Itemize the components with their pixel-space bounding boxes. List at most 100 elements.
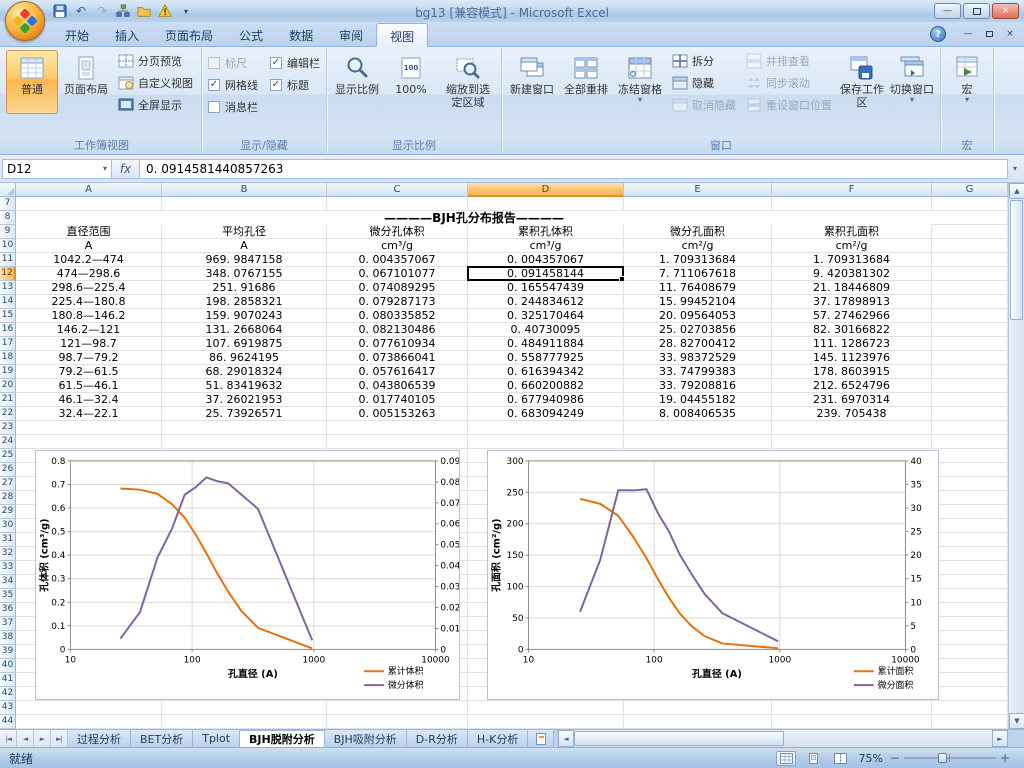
cell-E23[interactable]	[624, 421, 772, 435]
zoom-to-selection-button[interactable]: 缩放到选定区域	[439, 50, 497, 114]
cell-B24[interactable]	[162, 435, 327, 449]
scroll-down-icon[interactable]: ▼	[1009, 713, 1024, 729]
formula-input[interactable]: 0. 0914581440857263	[140, 159, 1008, 179]
cell-A43[interactable]	[16, 701, 162, 715]
cell-D10[interactable]: cm³/g	[468, 239, 624, 253]
cell-C44[interactable]	[327, 715, 468, 729]
cell-A15[interactable]: 180.8—146.2	[16, 309, 162, 323]
cell-B10[interactable]: A	[162, 239, 327, 253]
close-button[interactable]: ×	[992, 3, 1019, 19]
insert-worksheet-tab[interactable]	[528, 730, 554, 747]
cell-E15[interactable]: 20. 09564053	[624, 309, 772, 323]
minimize-button[interactable]: —	[934, 3, 961, 19]
cell-G37[interactable]	[932, 617, 1008, 631]
custom-views-button[interactable]: 自定义视图	[114, 72, 197, 94]
freeze-panes-button[interactable]: 冻结窗格 ▾	[614, 50, 666, 114]
cell-F9[interactable]: 累积孔面积	[772, 225, 932, 239]
cell-G34[interactable]	[932, 575, 1008, 589]
arrange-all-button[interactable]: 全部重排	[560, 50, 612, 114]
cell-C23[interactable]	[327, 421, 468, 435]
row-header-24[interactable]: 24	[0, 435, 16, 449]
message-bar-checkbox[interactable]: 消息栏	[206, 96, 260, 118]
cell-G28[interactable]	[932, 491, 1008, 505]
switch-windows-button[interactable]: 切换窗口 ▾	[888, 50, 936, 114]
cell-G14[interactable]	[932, 295, 1008, 309]
cell-D24[interactable]	[468, 435, 624, 449]
zoom-button[interactable]: 显示比例	[331, 50, 383, 114]
cell-G11[interactable]	[932, 253, 1008, 267]
office-button[interactable]	[5, 1, 45, 41]
cell-A18[interactable]: 98.7—79.2	[16, 351, 162, 365]
cell-E12[interactable]: 7. 711067618	[624, 267, 772, 281]
cell-A11[interactable]: 1042.2—474	[16, 253, 162, 267]
save-workspace-button[interactable]: 保存工作区	[838, 50, 886, 114]
cell-D7[interactable]	[468, 197, 624, 211]
page-break-preview-shortcut[interactable]	[830, 751, 850, 766]
cell-G20[interactable]	[932, 379, 1008, 393]
next-sheet-button[interactable]: ►	[34, 730, 51, 747]
row-header-37[interactable]: 37	[0, 617, 16, 631]
cell-D15[interactable]: 0. 325170464	[468, 309, 624, 323]
zoom-slider[interactable]: − +	[890, 752, 1010, 764]
cell-B17[interactable]: 107. 6919875	[162, 337, 327, 351]
cell-B22[interactable]: 25. 73926571	[162, 407, 327, 421]
help-icon[interactable]: ?	[930, 26, 946, 42]
column-header-A[interactable]: A	[16, 183, 162, 197]
row-header-29[interactable]: 29	[0, 505, 16, 519]
workbook-restore-button[interactable]	[979, 27, 999, 41]
ribbon-tab-3[interactable]: 公式	[226, 23, 276, 46]
cell-A23[interactable]	[16, 421, 162, 435]
cell-F19[interactable]: 178. 8603915	[772, 365, 932, 379]
row-header-11[interactable]: 11	[0, 253, 16, 267]
new-window-button[interactable]: 新建窗口	[506, 50, 558, 114]
cell-E18[interactable]: 33. 98372529	[624, 351, 772, 365]
cell-A21[interactable]: 46.1—32.4	[16, 393, 162, 407]
cell-B43[interactable]	[162, 701, 327, 715]
horizontal-scrollbar-thumb[interactable]	[574, 731, 784, 746]
cell-C12[interactable]: 0. 067101077	[327, 267, 468, 281]
cell-E7[interactable]	[624, 197, 772, 211]
workbook-minimize-button[interactable]: —	[958, 27, 978, 41]
cell-D23[interactable]	[468, 421, 624, 435]
row-header-8[interactable]: 8	[0, 211, 16, 225]
cell-E16[interactable]: 25. 02703856	[624, 323, 772, 337]
normal-view-button[interactable]: 普通	[6, 50, 58, 114]
cell-B14[interactable]: 198. 2858321	[162, 295, 327, 309]
cell-G39[interactable]	[932, 645, 1008, 659]
undo-icon[interactable]: ↶	[73, 3, 89, 19]
zoom-out-icon[interactable]: −	[890, 753, 900, 763]
last-sheet-button[interactable]: ►|	[51, 730, 68, 747]
page-layout-view-button[interactable]: 页面布局	[60, 50, 112, 114]
cell-G25[interactable]	[932, 449, 1008, 463]
cell-D9[interactable]: 累积孔体积	[468, 225, 624, 239]
row-header-19[interactable]: 19	[0, 365, 16, 379]
row-header-26[interactable]: 26	[0, 463, 16, 477]
cell-B21[interactable]: 37. 26021953	[162, 393, 327, 407]
vertical-scrollbar-thumb[interactable]	[1010, 200, 1023, 320]
cell-E11[interactable]: 1. 709313684	[624, 253, 772, 267]
cell-C13[interactable]: 0. 074089295	[327, 281, 468, 295]
cell-G7[interactable]	[932, 197, 1008, 211]
row-header-12[interactable]: 12	[0, 267, 16, 281]
report-title-cell[interactable]: ————BJH孔分布报告————	[16, 211, 932, 225]
reset-window-position-button[interactable]: 重设窗口位置	[742, 94, 836, 116]
column-header-D[interactable]: D	[468, 183, 624, 197]
ribbon-tab-5[interactable]: 审阅	[326, 23, 376, 46]
cell-F13[interactable]: 21. 18446809	[772, 281, 932, 295]
cell-F44[interactable]	[772, 715, 932, 729]
column-header-E[interactable]: E	[624, 183, 772, 197]
pore-area-chart[interactable]: 0501001502002503000510152025303540101001…	[487, 450, 939, 700]
cell-F17[interactable]: 111. 1286723	[772, 337, 932, 351]
cell-F20[interactable]: 212. 6524796	[772, 379, 932, 393]
cell-A17[interactable]: 121—98.7	[16, 337, 162, 351]
cell-G22[interactable]	[932, 407, 1008, 421]
cell-C17[interactable]: 0. 077610934	[327, 337, 468, 351]
cell-G36[interactable]	[932, 603, 1008, 617]
row-header-35[interactable]: 35	[0, 589, 16, 603]
cell-D20[interactable]: 0. 660200882	[468, 379, 624, 393]
ruler-checkbox[interactable]: 标尺	[206, 52, 260, 74]
qat-customize-icon[interactable]: ▾	[178, 3, 194, 19]
row-header-17[interactable]: 17	[0, 337, 16, 351]
cell-A24[interactable]	[16, 435, 162, 449]
redo-icon[interactable]: ↷	[94, 3, 110, 19]
